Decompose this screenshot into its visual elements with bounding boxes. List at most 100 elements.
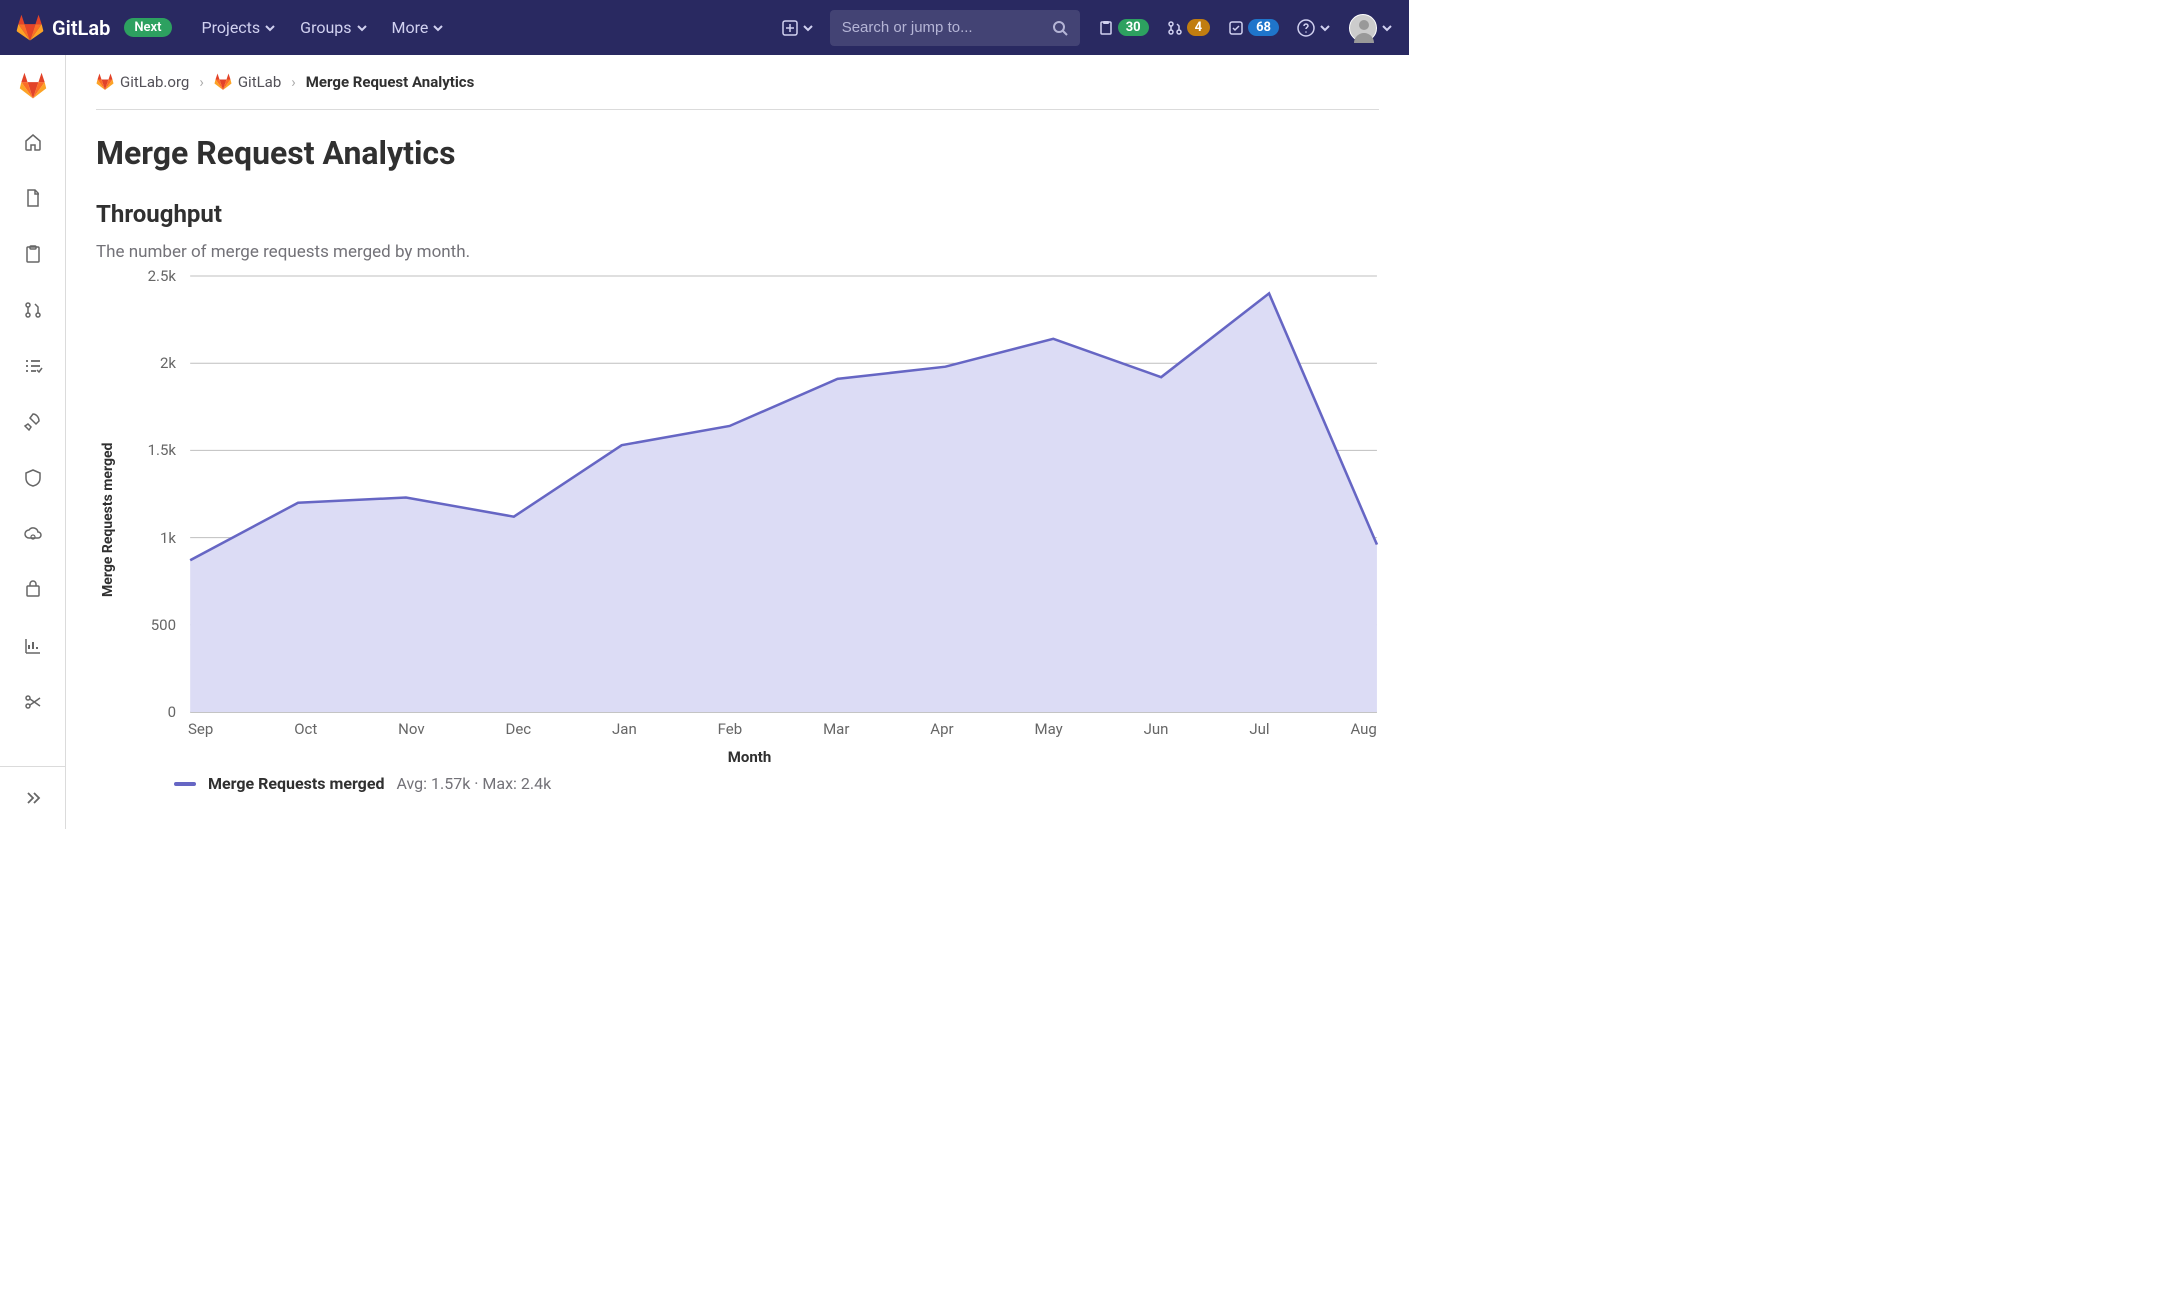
legend-stats: Avg: 1.57k · Max: 2.4k bbox=[396, 774, 551, 793]
chevron-down-icon bbox=[432, 22, 444, 34]
main-content: GitLab.org › GitLab › Merge Request Anal… bbox=[66, 55, 1409, 829]
y-tick-label: 0 bbox=[168, 703, 176, 721]
nav-projects-label: Projects bbox=[202, 18, 261, 37]
todos-count: 68 bbox=[1248, 19, 1279, 36]
sidebar-home[interactable] bbox=[12, 121, 54, 163]
merge-request-icon bbox=[1167, 20, 1183, 36]
breadcrumb-project[interactable]: GitLab bbox=[214, 73, 281, 91]
home-icon bbox=[23, 132, 43, 152]
sidebar-project-logo[interactable] bbox=[12, 65, 54, 107]
x-tick-label: Nov bbox=[398, 720, 424, 738]
shield-icon bbox=[23, 468, 43, 488]
search-box[interactable] bbox=[830, 10, 1080, 46]
gitlab-tanuki-icon bbox=[214, 73, 232, 91]
x-axis-label: Month bbox=[120, 748, 1379, 766]
primary-nav: Projects Groups More bbox=[202, 18, 445, 37]
x-tick-label: Sep bbox=[188, 720, 213, 738]
top-navbar: GitLab Next Projects Groups More bbox=[0, 0, 1409, 55]
y-tick-label: 1.5k bbox=[148, 441, 176, 459]
issues-counter[interactable]: 30 bbox=[1098, 19, 1149, 36]
sidebar-repository[interactable] bbox=[12, 177, 54, 219]
create-new-button[interactable] bbox=[782, 20, 814, 36]
y-axis-ticks: 05001k1.5k2k2.5k bbox=[120, 270, 180, 712]
x-tick-label: Jul bbox=[1249, 720, 1269, 738]
user-avatar bbox=[1349, 14, 1377, 42]
merge-requests-counter[interactable]: 4 bbox=[1167, 19, 1210, 36]
y-tick-label: 500 bbox=[151, 616, 176, 634]
list-check-icon bbox=[23, 356, 43, 376]
sidebar-security[interactable] bbox=[12, 457, 54, 499]
breadcrumb-current: Merge Request Analytics bbox=[306, 73, 475, 91]
merge-request-icon bbox=[23, 300, 43, 320]
breadcrumb-separator: › bbox=[199, 73, 204, 91]
search-input[interactable] bbox=[842, 19, 1052, 36]
user-menu[interactable] bbox=[1349, 14, 1393, 42]
breadcrumb-org-label: GitLab.org bbox=[120, 73, 189, 91]
breadcrumb: GitLab.org › GitLab › Merge Request Anal… bbox=[96, 73, 1379, 110]
chevron-down-icon bbox=[1381, 22, 1393, 34]
chevron-down-icon bbox=[356, 22, 368, 34]
nav-projects[interactable]: Projects bbox=[202, 18, 277, 37]
breadcrumb-current-label: Merge Request Analytics bbox=[306, 73, 475, 91]
chart-svg bbox=[120, 270, 1379, 720]
x-tick-label: Jan bbox=[612, 720, 637, 738]
x-axis-ticks: SepOctNovDecJanFebMarAprMayJunJulAug bbox=[188, 720, 1377, 738]
plus-square-icon bbox=[782, 20, 798, 36]
chevron-down-icon bbox=[264, 22, 276, 34]
issues-count: 30 bbox=[1118, 19, 1149, 36]
search-icon bbox=[1052, 20, 1068, 36]
nav-groups-label: Groups bbox=[300, 18, 351, 37]
x-tick-label: Apr bbox=[930, 720, 953, 738]
gitlab-logo-icon bbox=[16, 14, 44, 42]
mr-count: 4 bbox=[1187, 19, 1210, 36]
chevron-down-icon bbox=[1319, 22, 1331, 34]
chevron-down-icon bbox=[802, 22, 814, 34]
sidebar-ci-cd[interactable] bbox=[12, 401, 54, 443]
page-title: Merge Request Analytics bbox=[96, 134, 1379, 172]
cloud-cog-icon bbox=[23, 524, 43, 544]
section-title: Throughput bbox=[96, 200, 1379, 228]
x-tick-label: Feb bbox=[718, 720, 743, 738]
sidebar-requirements[interactable] bbox=[12, 345, 54, 387]
clipboard-icon bbox=[23, 244, 43, 264]
file-icon bbox=[23, 188, 43, 208]
sidebar-expand[interactable] bbox=[12, 777, 54, 819]
y-tick-label: 1k bbox=[160, 529, 176, 547]
scissors-icon bbox=[23, 692, 43, 712]
chart-icon bbox=[23, 636, 43, 656]
todos-counter[interactable]: 68 bbox=[1228, 19, 1279, 36]
nav-more-label: More bbox=[392, 18, 429, 37]
brand-logo[interactable]: GitLab Next bbox=[16, 14, 172, 42]
sidebar-merge-requests[interactable] bbox=[12, 289, 54, 331]
project-sidebar bbox=[0, 55, 66, 829]
section-description: The number of merge requests merged by m… bbox=[96, 242, 1379, 262]
y-tick-label: 2k bbox=[160, 354, 176, 372]
breadcrumb-org[interactable]: GitLab.org bbox=[96, 73, 189, 91]
clipboard-icon bbox=[1098, 20, 1114, 36]
rocket-icon bbox=[23, 412, 43, 432]
next-badge: Next bbox=[124, 18, 171, 37]
x-tick-label: Mar bbox=[823, 720, 849, 738]
question-circle-icon bbox=[1297, 19, 1315, 37]
breadcrumb-project-label: GitLab bbox=[238, 73, 281, 91]
x-tick-label: Oct bbox=[294, 720, 317, 738]
y-tick-label: 2.5k bbox=[148, 267, 176, 285]
gitlab-tanuki-icon bbox=[96, 73, 114, 91]
breadcrumb-separator: › bbox=[291, 73, 296, 91]
sidebar-snippets[interactable] bbox=[12, 681, 54, 723]
todo-check-icon bbox=[1228, 20, 1244, 36]
help-menu[interactable] bbox=[1297, 19, 1331, 37]
nav-groups[interactable]: Groups bbox=[300, 18, 367, 37]
throughput-chart: Merge Requests merged 05001k1.5k2k2.5k S… bbox=[96, 270, 1379, 770]
sidebar-analytics[interactable] bbox=[12, 625, 54, 667]
legend-swatch bbox=[174, 782, 196, 786]
x-tick-label: Aug bbox=[1350, 720, 1376, 738]
sidebar-issues[interactable] bbox=[12, 233, 54, 275]
nav-more[interactable]: More bbox=[392, 18, 445, 37]
package-icon bbox=[23, 580, 43, 600]
gitlab-tanuki-icon bbox=[19, 72, 47, 100]
x-tick-label: Dec bbox=[505, 720, 531, 738]
sidebar-packages[interactable] bbox=[12, 569, 54, 611]
sidebar-operations[interactable] bbox=[12, 513, 54, 555]
x-tick-label: Jun bbox=[1144, 720, 1169, 738]
